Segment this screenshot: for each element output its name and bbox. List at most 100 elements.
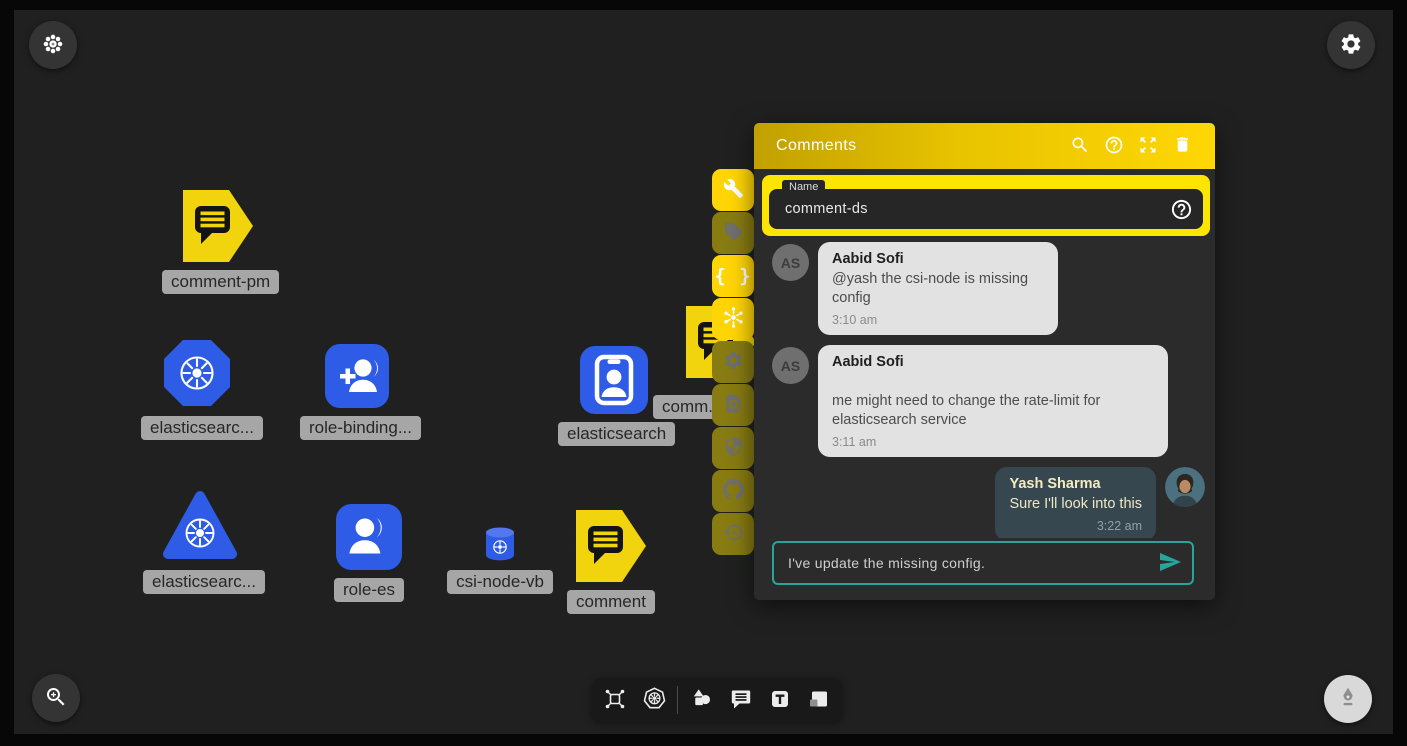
- node-role-binding[interactable]: role-binding...: [300, 344, 414, 440]
- toolbar-divider: [677, 686, 678, 714]
- design-canvas[interactable]: comment-pm elasticsearc...: [14, 10, 1393, 734]
- message-row: Yash Sharma Sure I'll look into this 3:2…: [772, 467, 1205, 538]
- braces-button[interactable]: { }: [712, 255, 754, 297]
- github-button[interactable]: [712, 470, 754, 512]
- node-label: comment-pm: [162, 270, 279, 294]
- shapes-button[interactable]: [686, 684, 718, 716]
- role-icon: [313, 504, 425, 570]
- message-text: Sure I'll look into this: [1009, 495, 1142, 514]
- kubernetes-flower-icon: [722, 306, 745, 332]
- kubernetes-octagon-icon: [141, 338, 253, 408]
- message-row: AS Aabid Sofi me might need to change th…: [772, 345, 1205, 457]
- node-action-toolbar: { }: [712, 169, 754, 555]
- graph-hub-icon: [603, 687, 627, 714]
- app-logo-flower-icon: [40, 31, 66, 60]
- chat-message-input[interactable]: [788, 555, 1158, 571]
- message-text: me might need to change the rate-limit f…: [832, 392, 1154, 430]
- expand-icon: [1138, 135, 1158, 158]
- node-csi-node-vb[interactable]: csi-node-vb: [444, 526, 556, 594]
- chat-input-box[interactable]: [772, 541, 1194, 585]
- gear-icon: [723, 350, 744, 374]
- tag-icon: [723, 221, 744, 245]
- kubernetes-triangle-icon: [143, 488, 257, 562]
- avatar: AS: [772, 347, 809, 384]
- braces-icon: { }: [714, 265, 751, 287]
- node-label: elasticsearch: [558, 422, 675, 446]
- comment-shape-button[interactable]: [725, 684, 757, 716]
- kubernetes-shape-button[interactable]: [638, 684, 670, 716]
- app-logo-button[interactable]: [29, 21, 77, 69]
- shapes-icon: [689, 686, 714, 714]
- panel-title: Comments: [776, 137, 1063, 155]
- wrench-icon: [723, 178, 744, 202]
- comments-panel: Comments Name: [754, 123, 1215, 600]
- node-role-es[interactable]: role-es: [313, 504, 425, 602]
- history-icon: [723, 522, 744, 546]
- help-icon: [1104, 135, 1124, 158]
- node-label: csi-node-vb: [447, 570, 553, 594]
- field-help-icon[interactable]: [1170, 198, 1193, 221]
- comment-icon: [729, 687, 753, 714]
- message-text: @yash the csi-node is missing config: [832, 270, 1044, 308]
- node-label: elasticsearc...: [141, 416, 263, 440]
- image-icon: [807, 687, 831, 714]
- name-input[interactable]: [785, 201, 1170, 217]
- wrench-button[interactable]: [712, 169, 754, 211]
- message-time: 3:22 am: [1009, 519, 1142, 533]
- node-label: comment: [567, 590, 655, 614]
- expand-button[interactable]: [1131, 129, 1165, 163]
- shape-toolbar: [592, 678, 842, 722]
- comment-node-icon: [555, 510, 667, 582]
- message-row: AS Aabid Sofi @yash the csi-node is miss…: [772, 242, 1205, 335]
- message-time: 3:10 am: [832, 313, 1044, 327]
- text-icon: [768, 687, 792, 714]
- message-author: Yash Sharma: [1009, 476, 1142, 492]
- kubernetes-button[interactable]: [712, 298, 754, 340]
- image-tool-button[interactable]: [803, 684, 835, 716]
- comments-panel-header[interactable]: Comments: [754, 123, 1215, 169]
- shield-button[interactable]: [712, 427, 754, 469]
- message-author: Aabid Sofi: [832, 354, 1154, 370]
- storage-cylinder-icon: [444, 526, 556, 562]
- zoom-in-icon: [44, 685, 68, 712]
- history-button[interactable]: [712, 513, 754, 555]
- message-bubble: Yash Sharma Sure I'll look into this 3:2…: [995, 467, 1156, 538]
- pen-fab-button[interactable]: [1324, 675, 1372, 723]
- role-binding-icon: [300, 344, 414, 408]
- text-tool-button[interactable]: [764, 684, 796, 716]
- app-window: comment-pm elasticsearc...: [0, 0, 1407, 746]
- user-photo-avatar: [1165, 467, 1205, 507]
- settings-fab-button[interactable]: [1327, 21, 1375, 69]
- gear-icon: [1339, 32, 1363, 59]
- name-field-section: Name: [762, 175, 1210, 236]
- search-button[interactable]: [1063, 129, 1097, 163]
- graph-hub-button[interactable]: [599, 684, 631, 716]
- avatar: AS: [772, 244, 809, 281]
- github-icon: [723, 479, 744, 503]
- send-button[interactable]: [1158, 550, 1182, 577]
- node-elasticsearch-octagon[interactable]: elasticsearc...: [141, 338, 253, 440]
- send-icon: [1158, 550, 1182, 577]
- node-label: role-es: [334, 578, 404, 602]
- delete-button[interactable]: [1165, 129, 1199, 163]
- trash-icon: [1173, 135, 1192, 157]
- node-label: role-binding...: [300, 416, 421, 440]
- message-bubble: Aabid Sofi me might need to change the r…: [818, 345, 1168, 457]
- name-field[interactable]: Name: [769, 189, 1203, 229]
- settings-button[interactable]: [712, 341, 754, 383]
- node-comment[interactable]: comment: [555, 510, 667, 614]
- message-bubble: Aabid Sofi @yash the csi-node is missing…: [818, 242, 1058, 335]
- search-icon: [1070, 135, 1090, 158]
- zoom-fab-button[interactable]: [32, 674, 80, 722]
- shield-icon: [723, 436, 744, 460]
- doc-search-icon: [723, 393, 744, 417]
- tag-button[interactable]: [712, 212, 754, 254]
- name-field-label: Name: [782, 180, 825, 194]
- comment-node-icon: [162, 190, 274, 262]
- node-comment-pm[interactable]: comment-pm: [162, 190, 274, 294]
- help-button[interactable]: [1097, 129, 1131, 163]
- doc-search-button[interactable]: [712, 384, 754, 426]
- message-list[interactable]: AS Aabid Sofi @yash the csi-node is miss…: [754, 236, 1215, 538]
- node-elasticsearch-triangle[interactable]: elasticsearc...: [143, 488, 257, 594]
- message-time: 3:11 am: [832, 435, 1154, 449]
